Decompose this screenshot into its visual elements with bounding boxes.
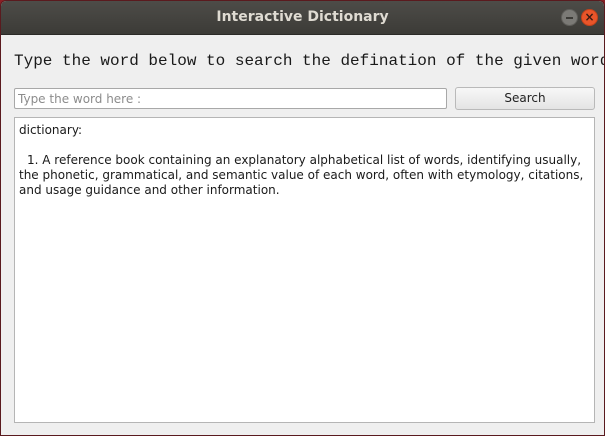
title-bar[interactable]: Interactive Dictionary × [1, 1, 604, 35]
result-word: dictionary: [19, 123, 83, 137]
search-button[interactable]: Search [455, 87, 595, 110]
close-button[interactable]: × [581, 9, 598, 26]
main-content: Type the word below to search the defina… [1, 35, 604, 435]
app-window: Interactive Dictionary × Type the word b… [0, 0, 605, 436]
definition-output[interactable]: dictionary: 1. A reference book containi… [14, 117, 595, 423]
result-definition: 1. A reference book containing an explan… [19, 153, 584, 197]
minimize-button[interactable] [561, 9, 578, 26]
word-search-input[interactable] [14, 88, 447, 109]
window-title: Interactive Dictionary [216, 9, 389, 25]
result-spacer [19, 138, 590, 153]
instruction-label: Type the word below to search the defina… [14, 52, 605, 70]
